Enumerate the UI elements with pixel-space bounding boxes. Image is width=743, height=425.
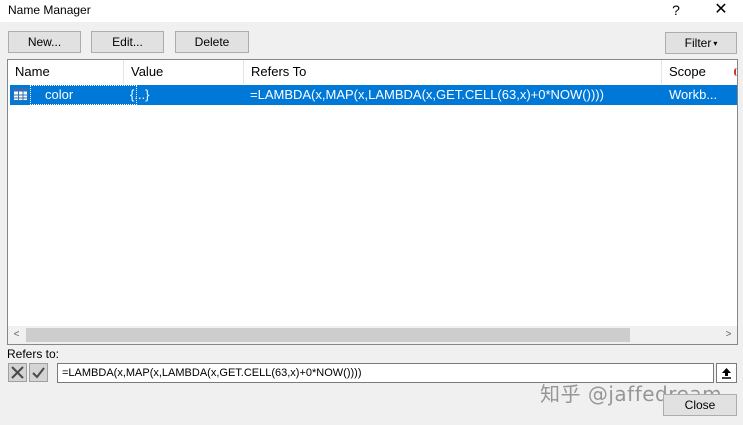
row-value: {...} xyxy=(130,87,150,102)
close-button[interactable]: Close xyxy=(663,394,737,416)
row-refers-to: =LAMBDA(x,MAP(x,LAMBDA(x,GET.CELL(63,x)+… xyxy=(250,87,604,102)
filter-label: Filter xyxy=(684,36,712,50)
title-bar: Name Manager ? ✕ xyxy=(0,0,743,22)
table-name-icon xyxy=(13,88,28,101)
check-icon xyxy=(32,367,45,379)
confirm-edit-button[interactable] xyxy=(29,363,48,382)
scrollbar-thumb[interactable] xyxy=(26,328,630,342)
column-header-comment-partial xyxy=(734,68,737,76)
window-title: Name Manager xyxy=(8,3,91,17)
list-header: Name Value Refers To Scope xyxy=(8,60,737,84)
row-name: color xyxy=(45,87,74,102)
column-header-scope[interactable]: Scope xyxy=(662,60,732,84)
delete-button[interactable]: Delete xyxy=(175,31,249,53)
help-button[interactable]: ? xyxy=(658,0,694,22)
refers-to-label: Refers to: xyxy=(7,347,60,361)
names-list[interactable]: Name Value Refers To Scope color {...} =… xyxy=(7,59,738,345)
filter-button[interactable]: Filter ▾ xyxy=(665,32,737,54)
scroll-left-icon[interactable]: < xyxy=(8,326,25,344)
close-window-button[interactable]: ✕ xyxy=(703,0,739,22)
row-scope: Workb... xyxy=(669,87,718,102)
cancel-edit-button[interactable] xyxy=(8,363,27,382)
new-button[interactable]: New... xyxy=(8,31,81,53)
list-item[interactable]: color {...} =LAMBDA(x,MAP(x,LAMBDA(x,GET… xyxy=(10,85,737,105)
cross-icon xyxy=(11,366,24,379)
scroll-right-icon[interactable]: > xyxy=(720,326,737,344)
chevron-down-icon: ▾ xyxy=(713,39,718,48)
edit-button[interactable]: Edit... xyxy=(91,31,164,53)
column-header-refers-to[interactable]: Refers To xyxy=(244,60,662,84)
column-header-value[interactable]: Value xyxy=(124,60,244,84)
horizontal-scrollbar[interactable]: < > xyxy=(8,326,737,344)
column-header-name[interactable]: Name xyxy=(8,60,124,84)
